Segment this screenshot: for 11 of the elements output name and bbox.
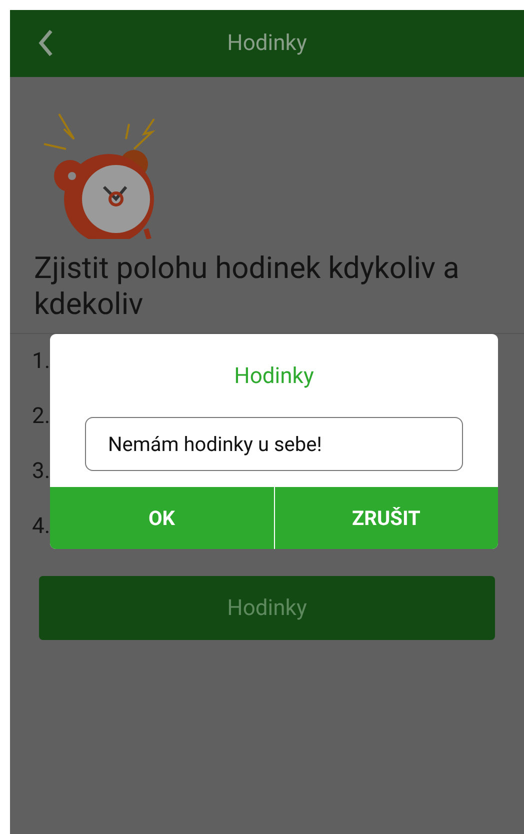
step-number: 1. (32, 348, 50, 376)
input-field[interactable]: Nemám hodinky u sebe! (85, 417, 463, 471)
intro-heading: Zjistit polohu hodinek kdykoliv a kdekoliv (34, 251, 460, 323)
header-title: Hodinky (227, 30, 307, 58)
dialog-button[interactable]: ZRUŠIT (274, 487, 498, 549)
step-number: 3. (32, 458, 50, 486)
dialog-title: Hodinky (234, 363, 314, 391)
step-number: 4. (32, 513, 50, 541)
step-number: 2. (32, 403, 50, 431)
main-button[interactable]: Hodinky (39, 576, 495, 640)
dialog-button[interactable]: OK (50, 487, 274, 549)
